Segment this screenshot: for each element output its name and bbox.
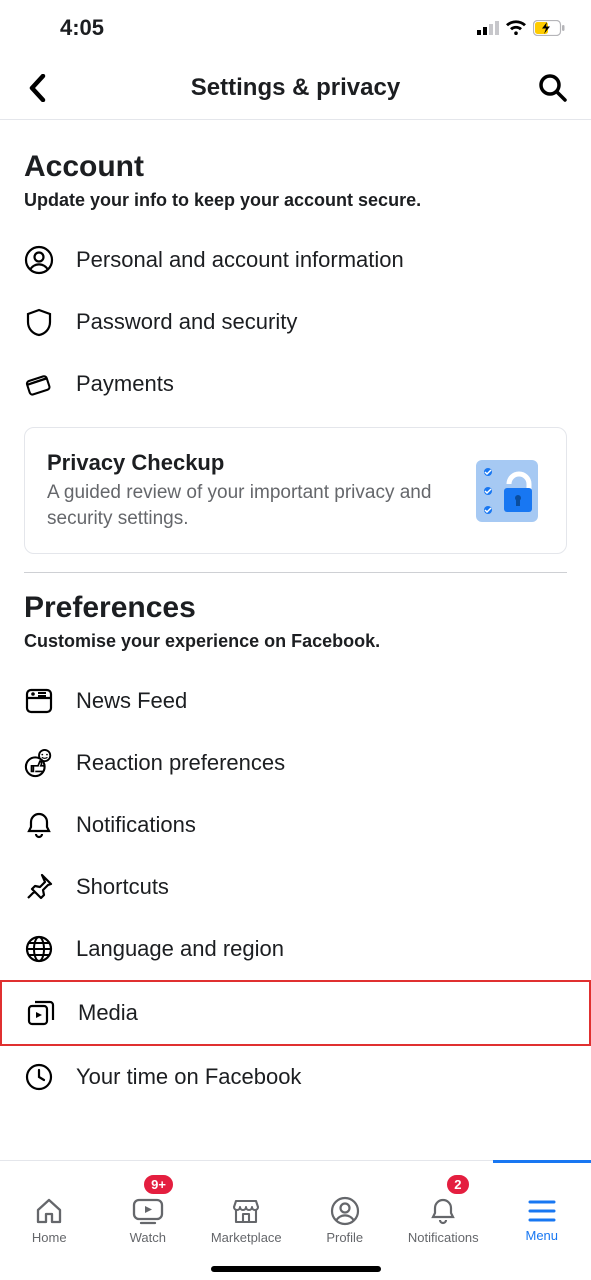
globe-icon <box>24 934 54 964</box>
content: Account Update your info to keep your ac… <box>0 120 591 1160</box>
account-section-title: Account <box>24 150 567 184</box>
back-button[interactable] <box>20 70 56 106</box>
shield-icon <box>24 307 54 337</box>
row-label: Notifications <box>76 812 196 838</box>
row-personal-info[interactable]: Personal and account information <box>24 229 567 291</box>
preferences-section-subtitle: Customise your experience on Facebook. <box>24 631 567 652</box>
nav-menu[interactable]: Menu <box>493 1161 591 1280</box>
media-highlight-box: Media <box>0 980 591 1046</box>
nav-label: Notifications <box>408 1230 479 1245</box>
row-label: Personal and account information <box>76 247 404 273</box>
nav-home[interactable]: Home <box>0 1161 99 1280</box>
row-notifications[interactable]: Notifications <box>24 794 567 856</box>
watch-badge: 9+ <box>142 1173 175 1196</box>
nav-label: Menu <box>525 1228 558 1243</box>
nav-notifications[interactable]: 2 Notifications <box>394 1161 493 1280</box>
row-language-region[interactable]: Language and region <box>24 918 567 980</box>
row-media[interactable]: Media <box>26 982 565 1044</box>
row-payments[interactable]: Payments <box>24 353 567 415</box>
clock-icon <box>24 1062 54 1092</box>
nav-marketplace[interactable]: Marketplace <box>197 1161 296 1280</box>
nav-label: Watch <box>130 1230 166 1245</box>
battery-icon <box>533 20 565 36</box>
home-indicator[interactable] <box>211 1266 381 1272</box>
preferences-section-title: Preferences <box>24 591 567 625</box>
feed-icon <box>24 686 54 716</box>
privacy-checkup-subtitle: A guided review of your important privac… <box>47 480 452 531</box>
row-news-feed[interactable]: News Feed <box>24 670 567 732</box>
row-reaction-preferences[interactable]: Reaction preferences <box>24 732 567 794</box>
nav-active-indicator <box>493 1160 591 1163</box>
row-label: Language and region <box>76 936 284 962</box>
row-label: Media <box>78 1000 138 1026</box>
nav-watch[interactable]: 9+ Watch <box>99 1161 198 1280</box>
person-icon <box>24 245 54 275</box>
privacy-checkup-card[interactable]: Privacy Checkup A guided review of your … <box>24 427 567 554</box>
row-label: Reaction preferences <box>76 750 285 776</box>
bell-icon <box>24 810 54 840</box>
media-icon <box>26 998 56 1028</box>
row-your-time[interactable]: Your time on Facebook <box>24 1046 567 1108</box>
page-title: Settings & privacy <box>56 74 535 102</box>
status-bar: 4:05 <box>0 0 591 56</box>
card-icon <box>24 369 54 399</box>
row-shortcuts[interactable]: Shortcuts <box>24 856 567 918</box>
row-label: Password and security <box>76 309 297 335</box>
row-label: Your time on Facebook <box>76 1064 301 1090</box>
bottom-nav: Home 9+ Watch Marketplace Profile 2 Noti… <box>0 1160 591 1280</box>
nav-label: Profile <box>326 1230 363 1245</box>
pin-icon <box>24 872 54 902</box>
status-icons <box>477 20 565 36</box>
section-divider <box>24 572 567 573</box>
notifications-badge: 2 <box>445 1173 470 1196</box>
cellular-icon <box>477 21 499 35</box>
nav-profile[interactable]: Profile <box>296 1161 395 1280</box>
row-label: News Feed <box>76 688 187 714</box>
wifi-icon <box>505 20 527 36</box>
like-icon <box>24 748 54 778</box>
header: Settings & privacy <box>0 56 591 120</box>
row-password-security[interactable]: Password and security <box>24 291 567 353</box>
row-label: Payments <box>76 371 174 397</box>
nav-label: Home <box>32 1230 67 1245</box>
status-time: 4:05 <box>60 15 104 41</box>
privacy-checkup-title: Privacy Checkup <box>47 450 452 476</box>
nav-label: Marketplace <box>211 1230 282 1245</box>
row-label: Shortcuts <box>76 874 169 900</box>
search-button[interactable] <box>535 70 571 106</box>
privacy-checkup-icon <box>470 454 544 528</box>
account-section-subtitle: Update your info to keep your account se… <box>24 190 567 211</box>
